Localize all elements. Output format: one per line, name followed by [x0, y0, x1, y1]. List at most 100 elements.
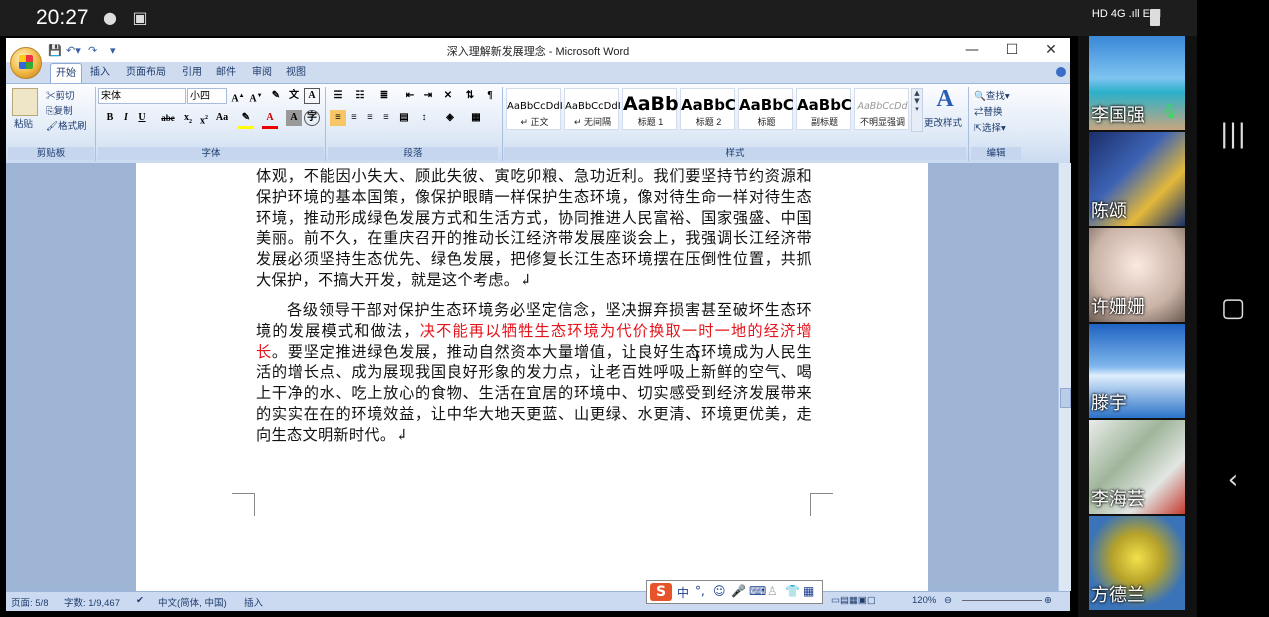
- underline-button[interactable]: U: [134, 110, 150, 126]
- bold-button[interactable]: B: [102, 110, 118, 126]
- zoom-out-icon[interactable]: ⊖: [944, 595, 952, 606]
- user-icon[interactable]: ♙: [767, 584, 778, 598]
- numbering-icon[interactable]: ☷: [352, 88, 368, 104]
- shading-icon[interactable]: ◈: [442, 110, 458, 126]
- paste-button[interactable]: 粘贴: [14, 116, 33, 130]
- paste-icon[interactable]: [12, 88, 38, 116]
- minimize-button[interactable]: —: [953, 38, 991, 62]
- zoom-in-icon[interactable]: ⊕: [1044, 595, 1052, 606]
- participant-tile[interactable]: 李国强 🎙: [1089, 36, 1185, 130]
- shrink-font-icon[interactable]: A▼: [248, 88, 264, 104]
- recents-icon[interactable]: |||: [1215, 116, 1251, 152]
- change-case-icon[interactable]: Aa: [214, 110, 230, 126]
- zoom-level[interactable]: 120%: [912, 595, 936, 606]
- style-heading-1[interactable]: AaBb 标题 1: [622, 88, 678, 130]
- scroll-thumb[interactable]: [1060, 388, 1071, 408]
- replace-button[interactable]: ⇄替换: [974, 104, 1003, 118]
- help-icon[interactable]: [1056, 67, 1066, 77]
- participant-tile[interactable]: 陈颂: [1089, 132, 1185, 226]
- tab-home[interactable]: 开始: [50, 63, 82, 83]
- tab-review[interactable]: 审阅: [248, 63, 276, 82]
- document-page[interactable]: 体观，不能因小失大、顾此失彼、寅吃卯粮、急功近利。我们要坚持节约资源和保护环境的…: [136, 163, 928, 591]
- style-subtle-emphasis[interactable]: AaBbCcDd 不明显强调: [854, 88, 909, 130]
- vertical-scrollbar[interactable]: [1058, 163, 1071, 591]
- subscript-button[interactable]: x2: [180, 110, 196, 126]
- style-heading-2[interactable]: AaBbC 标题 2: [680, 88, 736, 130]
- tab-mailings[interactable]: 邮件: [212, 63, 240, 82]
- view-buttons[interactable]: ▭▤▦▣▢: [831, 595, 876, 606]
- justify-icon[interactable]: ≡: [378, 110, 394, 126]
- italic-button[interactable]: I: [118, 110, 134, 126]
- zoom-slider[interactable]: [962, 600, 1042, 601]
- language-indicator[interactable]: 中文(简体, 中国): [158, 595, 227, 609]
- styles-gallery-scroll[interactable]: ▲ ▼ ▾: [911, 88, 923, 132]
- participant-tile[interactable]: 方德兰: [1089, 516, 1185, 610]
- align-right-icon[interactable]: ≡: [362, 110, 378, 126]
- paragraph-2[interactable]: 各级领导干部对保护生态环境务必坚定信念，坚决摒弃损害甚至破坏生态环境的发展模式和…: [256, 300, 812, 446]
- tab-references[interactable]: 引用: [178, 63, 206, 82]
- tab-view[interactable]: 视图: [282, 63, 310, 82]
- multilevel-list-icon[interactable]: ≣: [376, 88, 392, 104]
- font-color-icon[interactable]: A: [262, 110, 278, 129]
- tab-insert[interactable]: 插入: [86, 63, 114, 82]
- word-count[interactable]: 字数: 1/9,467: [64, 595, 120, 609]
- office-button[interactable]: [10, 47, 42, 79]
- chinese-layout-icon[interactable]: ✕: [440, 88, 456, 104]
- insert-mode[interactable]: 插入: [244, 595, 263, 609]
- style-title[interactable]: AaBbC 标题: [738, 88, 794, 130]
- strikethrough-button[interactable]: abe: [158, 110, 178, 126]
- clear-format-icon[interactable]: ✎: [268, 88, 284, 104]
- line-spacing-icon[interactable]: ↕: [416, 110, 432, 126]
- skin-icon[interactable]: 👕: [785, 584, 800, 598]
- align-center-icon[interactable]: ≡: [346, 110, 362, 126]
- distributed-icon[interactable]: ▤: [396, 110, 412, 126]
- show-marks-icon[interactable]: ¶: [482, 88, 498, 104]
- style-no-spacing[interactable]: AaBbCcDdI ↵ 无间隔: [564, 88, 620, 130]
- save-icon[interactable]: 💾: [48, 44, 62, 57]
- participant-tile[interactable]: 许姗姗: [1089, 228, 1185, 322]
- find-button[interactable]: 🔍查找▾: [974, 88, 1010, 102]
- select-button[interactable]: ⇱选择▾: [974, 120, 1006, 134]
- close-button[interactable]: ✕: [1032, 38, 1070, 62]
- change-styles-icon[interactable]: A: [931, 86, 959, 112]
- back-icon[interactable]: ‹: [1215, 462, 1251, 498]
- align-left-icon[interactable]: ≡: [330, 110, 346, 126]
- emoji-icon[interactable]: ☺: [713, 584, 726, 598]
- char-shading-icon[interactable]: A: [286, 110, 302, 126]
- enclose-char-icon[interactable]: 字: [304, 110, 320, 126]
- sort-icon[interactable]: ⇅: [462, 88, 478, 104]
- phonetic-guide-icon[interactable]: 文: [286, 88, 302, 104]
- maximize-button[interactable]: ☐: [993, 38, 1031, 62]
- cut-button[interactable]: ✂剪切: [46, 88, 75, 102]
- font-name-select[interactable]: 宋体: [98, 88, 186, 104]
- style-subtitle[interactable]: AaBbC 副标题: [796, 88, 852, 130]
- superscript-button[interactable]: x2: [196, 110, 212, 126]
- grow-font-icon[interactable]: A▲: [230, 88, 246, 104]
- format-painter-button[interactable]: 🖌格式刷: [46, 118, 87, 132]
- sogou-logo-icon[interactable]: S: [650, 583, 672, 601]
- increase-indent-icon[interactable]: ⇥: [420, 88, 436, 104]
- paragraph-1[interactable]: 体观，不能因小失大、顾此失彼、寅吃卯粮、急功近利。我们要坚持节约资源和保护环境的…: [256, 166, 812, 291]
- tab-page-layout[interactable]: 页面布局: [122, 63, 170, 82]
- punctuation-icon[interactable]: °,: [695, 584, 705, 598]
- char-border-icon[interactable]: A: [304, 88, 320, 104]
- style-normal[interactable]: AaBbCcDdI ↵ 正文: [506, 88, 562, 130]
- page-indicator[interactable]: 页面: 5/8: [11, 595, 49, 609]
- participant-tile[interactable]: 李海芸: [1089, 420, 1185, 514]
- microphone-icon[interactable]: 🎤: [731, 584, 746, 598]
- proofing-icon[interactable]: ✔: [136, 595, 144, 606]
- undo-icon[interactable]: ↶▾: [66, 44, 81, 57]
- redo-icon[interactable]: ↷: [88, 44, 97, 57]
- copy-button[interactable]: ⎘复制: [46, 103, 73, 117]
- toolbox-icon[interactable]: ▦: [803, 584, 814, 598]
- bullets-icon[interactable]: ☰: [330, 88, 346, 104]
- decrease-indent-icon[interactable]: ⇤: [402, 88, 418, 104]
- ime-mode[interactable]: 中: [677, 584, 689, 601]
- borders-icon[interactable]: ▦: [468, 110, 484, 126]
- font-size-select[interactable]: 小四: [187, 88, 227, 104]
- participant-tile[interactable]: 滕宇: [1089, 324, 1185, 418]
- customize-qat-icon[interactable]: ▾: [110, 44, 116, 57]
- keyboard-icon[interactable]: ⌨: [749, 584, 766, 598]
- home-icon[interactable]: ▢: [1215, 290, 1251, 326]
- change-styles-button[interactable]: 更改样式: [924, 115, 962, 129]
